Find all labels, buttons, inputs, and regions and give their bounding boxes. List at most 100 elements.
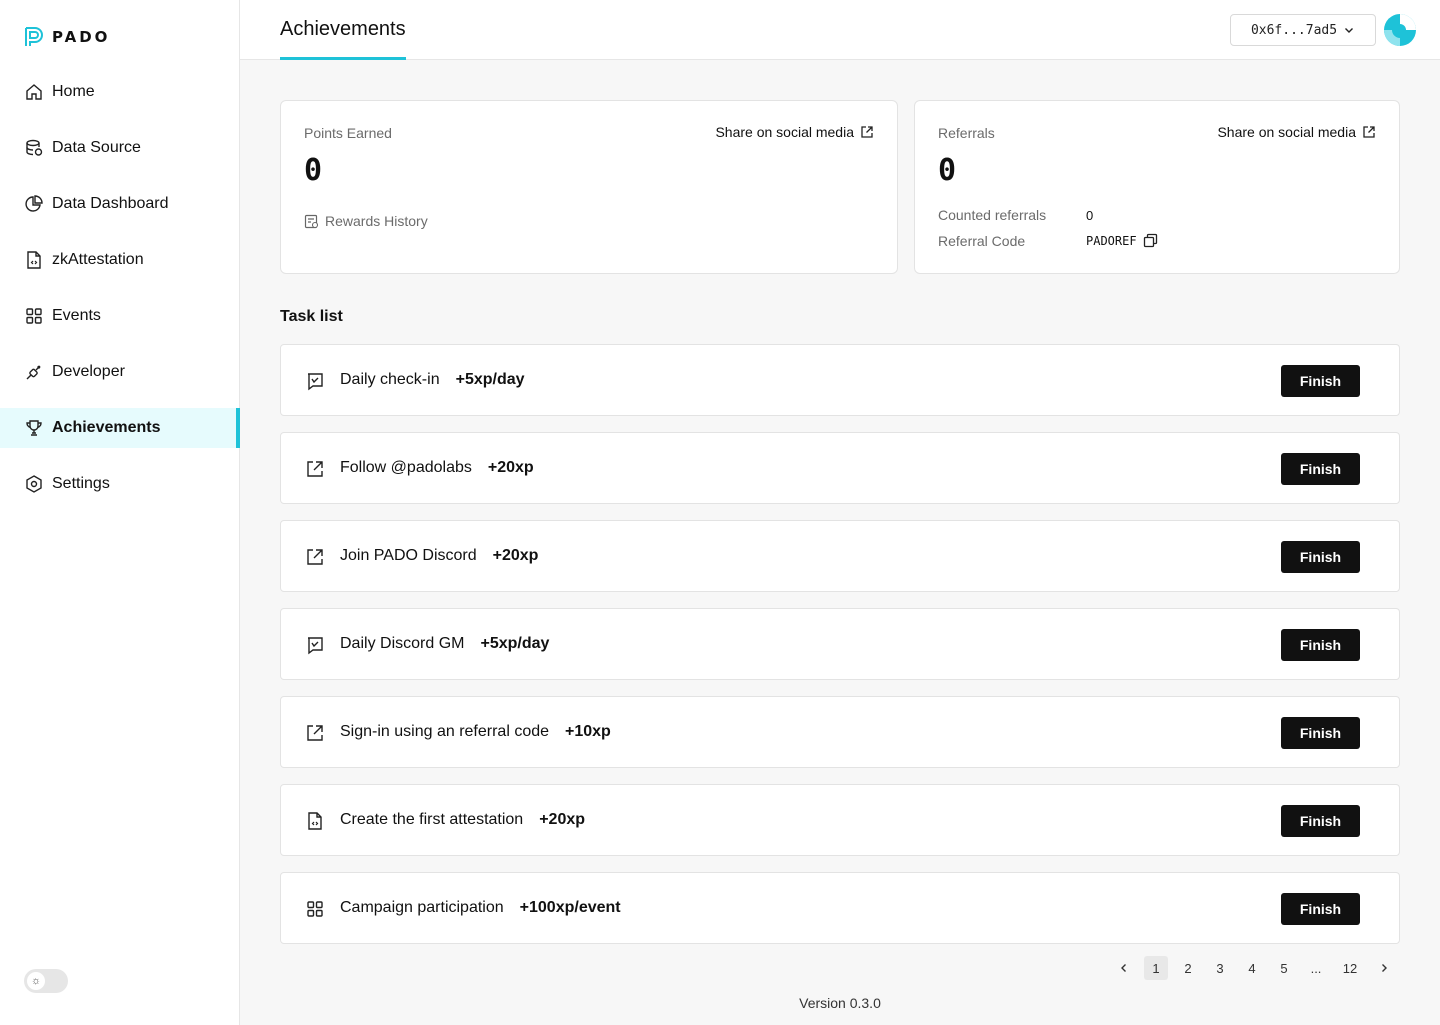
task-name: Join PADO Discord [340,547,477,564]
sun-icon: ☼ [27,972,45,990]
sidebar-item-zkattestation[interactable]: zkAttestation [0,240,240,280]
avatar[interactable] [1384,14,1416,46]
task-label: Join PADO Discord +20xp [340,547,538,565]
finish-button[interactable]: Finish [1281,541,1360,573]
task-xp: +20xp [487,459,534,476]
next-page-button[interactable] [1372,956,1396,980]
task-row: Campaign participation +100xp/event Finis… [280,872,1400,944]
task-row: Daily check-in +5xp/day Finish [280,344,1400,416]
prev-page-button[interactable] [1112,956,1136,980]
page-ellipsis[interactable]: ... [1304,956,1328,980]
pagination: 1 2 3 4 5 ... 12 [1112,956,1404,980]
sidebar: PADO Home Data Source Data Dashboard zkA… [0,0,240,1025]
pado-logo[interactable]: PADO [24,26,110,48]
page-button-12[interactable]: 12 [1336,956,1364,980]
finish-button[interactable]: Finish [1281,365,1360,397]
task-xp: +10xp [565,723,611,740]
page-button-2[interactable]: 2 [1176,956,1200,980]
task-label: Sign-in using an referral code +10xp [340,723,611,741]
external-link-icon [307,461,323,477]
page-button-3[interactable]: 3 [1208,956,1232,980]
brand-name: PADO [52,28,111,46]
trophy-icon [24,418,44,438]
sidebar-item-label: zkAttestation [52,251,144,268]
history-icon [304,214,319,228]
rewards-history-link[interactable]: Rewards History [304,213,428,229]
database-icon [24,138,44,158]
sidebar-item-data-dashboard[interactable]: Data Dashboard [0,184,240,224]
pado-logo-icon [25,27,43,46]
task-label: Create the first attestation +20xp [340,811,585,829]
wallet-address-dropdown[interactable]: 0x6f...7ad5 [1230,14,1376,46]
task-list-title: Task list [280,308,343,325]
share-points-button[interactable]: Share on social media [715,124,874,140]
task-label: Follow @padolabs +20xp [340,459,534,477]
sidebar-item-settings[interactable]: Settings [0,464,240,504]
points-earned-label: Points Earned [304,125,392,141]
share-label: Share on social media [1217,124,1356,140]
task-row: Daily Discord GM +5xp/day Finish [280,608,1400,680]
external-link-icon [307,725,323,741]
referral-code-value: PADOREF [1086,233,1137,248]
referral-code-label: Referral Code [938,233,1026,249]
sidebar-item-label: Data Dashboard [52,195,169,212]
share-referrals-button[interactable]: Share on social media [1217,124,1376,140]
sidebar-item-label: Settings [52,475,110,492]
task-name: Follow @padolabs [340,459,472,476]
task-name: Campaign participation [340,899,504,916]
task-name: Daily Discord GM [340,635,465,652]
chevron-left-icon [1121,964,1126,972]
settings-icon [24,474,44,494]
top-bar: Achievements 0x6f...7ad5 [240,0,1440,60]
counted-referrals-value: 0 [1086,208,1094,223]
share-label: Share on social media [715,124,854,140]
finish-button[interactable]: Finish [1281,805,1360,837]
sidebar-item-home[interactable]: Home [0,72,240,112]
sidebar-item-label: Events [52,307,101,324]
pie-chart-icon [24,194,44,214]
task-xp: +5xp/day [480,635,550,652]
sidebar-item-label: Home [52,83,95,100]
theme-toggle[interactable]: ☼ [24,969,68,993]
task-xp: +20xp [539,811,586,828]
copy-icon[interactable] [1143,233,1158,248]
page-button-5[interactable]: 5 [1272,956,1296,980]
finish-button[interactable]: Finish [1281,893,1360,925]
task-name: Create the first attestation [340,811,524,828]
plug-icon [24,362,44,382]
referrals-label: Referrals [938,125,995,141]
task-xp: +5xp/day [455,371,525,388]
page-button-1[interactable]: 1 [1144,956,1168,980]
sidebar-item-events[interactable]: Events [0,296,240,336]
wallet-address: 0x6f...7ad5 [1250,22,1338,38]
sidebar-item-achievements[interactable]: Achievements [0,408,240,448]
external-link-icon [1363,126,1375,138]
checkin-icon [308,373,323,391]
task-name: Daily check-in [340,371,440,388]
points-value: 0 [304,153,323,188]
referrals-card: Referrals Share on social media 0 Counte… [914,100,1400,274]
task-xp: +100xp/event [519,899,621,916]
sidebar-item-data-source[interactable]: Data Source [0,128,240,168]
sidebar-item-label: Achievements [52,419,161,436]
sidebar-nav: Home Data Source Data Dashboard zkAttest… [0,72,240,520]
external-link-icon [861,126,873,138]
rewards-history-label: Rewards History [325,213,428,229]
page-title: Achievements [280,0,406,60]
grid-icon [24,306,44,326]
sidebar-item-developer[interactable]: Developer [0,352,240,392]
checkin-icon [308,637,323,655]
home-icon [24,82,44,102]
version-label: Version 0.3.0 [799,995,881,1011]
task-row: Follow @padolabs +20xp Finish [280,432,1400,504]
finish-button[interactable]: Finish [1281,717,1360,749]
finish-button[interactable]: Finish [1281,629,1360,661]
page-button-4[interactable]: 4 [1240,956,1264,980]
task-label: Daily check-in +5xp/day [340,371,525,389]
task-label: Campaign participation +100xp/event [340,899,621,917]
finish-button[interactable]: Finish [1281,453,1360,485]
external-link-icon [307,549,323,565]
task-label: Daily Discord GM +5xp/day [340,635,549,653]
counted-referrals-label: Counted referrals [938,207,1047,223]
chevron-down-icon [1345,28,1354,33]
